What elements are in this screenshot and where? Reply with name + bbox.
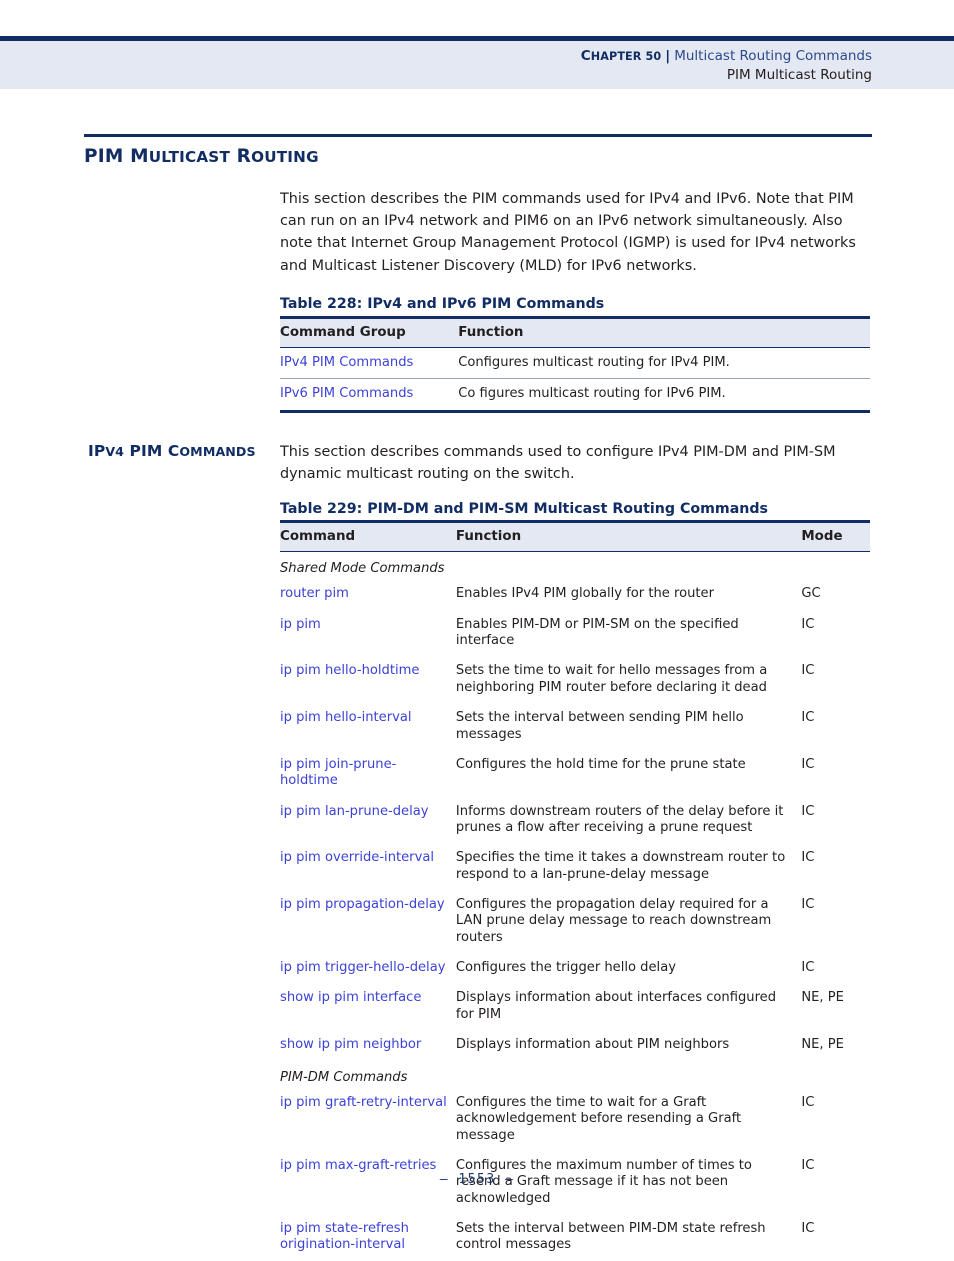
table-229-col-command: Command xyxy=(280,520,456,552)
header-separator: | xyxy=(665,48,671,64)
table-229-cell-mode: IC xyxy=(801,1221,815,1237)
table-row: ip pim graft-retry-interval Configures t… xyxy=(280,1088,870,1151)
table-229-cell-mode: IC xyxy=(801,960,815,976)
table-229-cell-function: Enables IPv4 PIM globally for the router xyxy=(455,586,714,602)
table-229-cell-mode: IC xyxy=(801,1094,815,1110)
table-229-cell-mode: IC xyxy=(801,616,815,632)
table-group-row: PIM-DM Commands xyxy=(280,1061,870,1088)
table-229: Command Function Mode Shared Mode Comman… xyxy=(280,520,870,1261)
link-ip-pim-override-interval[interactable]: ip pim override-interval xyxy=(280,850,434,865)
table-228: Command Group Function IPv4 PIM Commands… xyxy=(280,316,870,413)
intro-paragraph: This section describes the PIM commands … xyxy=(280,191,856,274)
header-text-block: CHAPTER 50 | Multicast Routing Commands PI… xyxy=(581,47,872,85)
table-row: ip pim override-interval Specifies the t… xyxy=(280,843,870,890)
page-title: PIM MULTICAST ROUTING xyxy=(84,146,319,167)
header-chapter-line: CHAPTER 50 | Multicast Routing Commands xyxy=(581,47,872,66)
table-229-cell-mode: IC xyxy=(801,897,815,913)
chapter-title: Multicast Routing Commands xyxy=(674,48,872,64)
side-heading-ipv4-pim-commands: IPV4 PIM COMMANDS xyxy=(88,442,256,460)
table-229-cell-function: Displays information about interfaces co… xyxy=(455,990,777,1022)
table-229-cell-function: Displays information about PIM neighbors xyxy=(455,1037,730,1053)
link-ip-pim-max-graft-retries[interactable]: ip pim max-graft-retries xyxy=(280,1158,436,1173)
table-229-cell-function: Configures the propagation delay require… xyxy=(455,897,772,945)
link-show-ip-pim-neighbor[interactable]: show ip pim neighbor xyxy=(280,1037,421,1052)
page-header: CHAPTER 50 | Multicast Routing Commands PI… xyxy=(0,36,954,89)
table-row: show ip pim interface Displays informati… xyxy=(280,983,870,1030)
table-228-header-row: Command Group Function xyxy=(280,316,870,348)
table-229-cell-function: Enables PIM-DM or PIM-SM on the specifie… xyxy=(455,616,739,649)
table-row: ip pim propagation-delay Configures the … xyxy=(280,890,870,953)
table-228-col-function: Function xyxy=(458,316,870,348)
table-229-cell-function: Configures the trigger hello delay xyxy=(455,960,676,976)
header-subtitle: PIM Multicast Routing xyxy=(726,67,872,84)
table-row: show ip pim neighbor Displays informatio… xyxy=(280,1030,870,1060)
table-row: IPv4 PIM Commands Configures multicast r… xyxy=(280,347,870,380)
table-228-caption: Table 228: IPv4 and IPv6 PIM Commands xyxy=(280,296,605,312)
group-label: PIM-DM Commands xyxy=(280,1069,408,1085)
table-row: ip pim trigger-hello-delay Configures th… xyxy=(280,953,870,983)
table-229-caption: Table 229: PIM-DM and PIM-SM Multicast R… xyxy=(280,501,768,517)
link-ip-pim-trigger-hello-delay[interactable]: ip pim trigger-hello-delay xyxy=(280,960,445,975)
table-row: IPv6 PIM Commands Co figures multicast r… xyxy=(280,378,870,413)
table-228-cell-function: Configures multicast routing for IPv4 PI… xyxy=(458,347,870,380)
group-label: Shared Mode Commands xyxy=(280,561,445,576)
table-229-cell-mode: IC xyxy=(801,710,815,726)
table-229-cell-mode: IC xyxy=(801,663,815,679)
section-top-rule xyxy=(84,134,872,137)
link-ipv6-pim-commands[interactable]: IPv6 PIM Commands xyxy=(280,386,413,401)
table-229-cell-function: Specifies the time it takes a downstream… xyxy=(455,850,786,882)
table-row: ip pim lan-prune-delay Informs downstrea… xyxy=(280,797,870,844)
table-row: ip pim hello-interval Sets the interval … xyxy=(280,703,870,750)
link-ip-pim[interactable]: ip pim xyxy=(280,617,321,632)
link-ip-pim-lan-prune-delay[interactable]: ip pim lan-prune-delay xyxy=(280,804,429,819)
table-229-cell-function: Sets the interval between PIM-DM state r… xyxy=(455,1221,766,1253)
table-229-cell-function: Sets the time to wait for hello messages… xyxy=(455,663,768,695)
ipv4-section-paragraph: This section describes commands used to … xyxy=(280,444,836,483)
table-229-cell-mode: NE, PE xyxy=(801,1037,844,1053)
link-router-pim[interactable]: router pim xyxy=(280,586,349,601)
table-229-cell-mode: IC xyxy=(801,756,815,772)
link-ip-pim-hello-holdtime[interactable]: ip pim hello-holdtime xyxy=(280,663,419,678)
table-row: ip pim state-refresh origination-interva… xyxy=(280,1214,870,1261)
table-229-cell-function: Configures the hold time for the prune s… xyxy=(455,756,746,772)
table-229-cell-mode: GC xyxy=(801,586,821,602)
table-228-cell-function: Co figures multicast routing for IPv6 PI… xyxy=(458,378,870,413)
link-ip-pim-graft-retry-interval[interactable]: ip pim graft-retry-interval xyxy=(280,1095,447,1110)
chapter-label: CHAPTER 50 xyxy=(580,48,662,64)
table-229-cell-function: Configures the time to wait for a Graft … xyxy=(455,1094,742,1143)
table-row: ip pim join-prune-holdtime Configures th… xyxy=(280,750,870,797)
link-ip-pim-join-prune-holdtime[interactable]: ip pim join-prune-holdtime xyxy=(280,757,396,788)
link-show-ip-pim-interface[interactable]: show ip pim interface xyxy=(280,990,421,1005)
table-229-cell-function: Informs downstream routers of the delay … xyxy=(455,803,784,835)
link-ip-pim-state-refresh-origination-interval[interactable]: ip pim state-refresh origination-interva… xyxy=(280,1221,409,1252)
table-228-col-command-group: Command Group xyxy=(280,316,459,348)
link-ipv4-pim-commands[interactable]: IPv4 PIM Commands xyxy=(280,355,413,370)
page-number-footer: – 1553 – xyxy=(439,1172,515,1187)
table-229-col-function: Function xyxy=(455,520,802,552)
table-row: ip pim hello-holdtime Sets the time to w… xyxy=(280,656,870,703)
table-229-cell-mode: IC xyxy=(801,803,815,819)
link-ip-pim-hello-interval[interactable]: ip pim hello-interval xyxy=(280,710,412,725)
table-229-col-mode: Mode xyxy=(801,520,870,552)
table-229-header-row: Command Function Mode xyxy=(280,520,870,552)
table-229-cell-function: Sets the interval between sending PIM he… xyxy=(455,710,744,742)
table-229-cell-mode: IC xyxy=(801,850,815,866)
table-row: router pim Enables IPv4 PIM globally for… xyxy=(280,579,870,609)
link-ip-pim-propagation-delay[interactable]: ip pim propagation-delay xyxy=(280,897,445,912)
table-row: ip pim Enables PIM-DM or PIM-SM on the s… xyxy=(280,610,870,657)
table-group-row: Shared Mode Commands xyxy=(280,552,870,580)
table-229-cell-mode: NE, PE xyxy=(801,990,844,1006)
